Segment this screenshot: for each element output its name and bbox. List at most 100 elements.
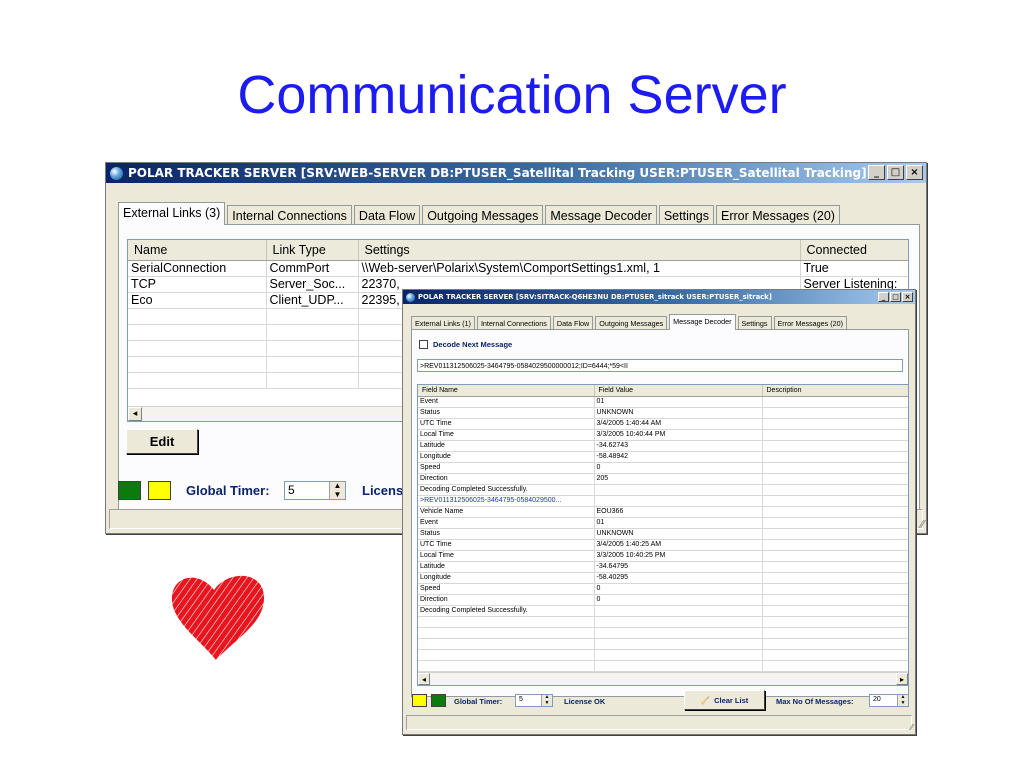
table-row[interactable]: UTC Time 3/4/2005 1:40:44 AM xyxy=(418,418,908,430)
tab-message-decoder[interactable]: Message Decoder xyxy=(669,314,736,330)
resize-grip-icon[interactable]: ⁄⁄ xyxy=(920,518,924,531)
minimize-button[interactable]: _ xyxy=(878,292,889,302)
column-header[interactable]: Connected xyxy=(800,240,908,261)
tab-data-flow[interactable]: Data Flow xyxy=(353,205,421,225)
close-button[interactable]: × xyxy=(902,292,913,302)
tab-external-links-3[interactable]: External Links (3) xyxy=(118,202,226,225)
popup-title-bar[interactable]: POLAR TRACKER SERVER [SRV:SITRACK-Q6HE3N… xyxy=(403,290,915,304)
tab-settings[interactable]: Settings xyxy=(658,205,715,225)
status-color-green[interactable] xyxy=(431,694,446,707)
table-row[interactable]: Local Time 3/3/2005 10:40:44 PM xyxy=(418,429,908,441)
table-cell: -34.64795 xyxy=(594,561,763,573)
table-cell: >REV011312506025-3464795-0584029500... xyxy=(418,495,595,507)
tab-outgoing-messages[interactable]: Outgoing Messages xyxy=(422,205,544,225)
column-header[interactable]: Settings xyxy=(358,240,801,261)
raw-message-input[interactable]: >REV011312506025-3464795-058402950000001… xyxy=(417,359,903,372)
decode-next-checkbox[interactable] xyxy=(419,340,428,349)
table-row[interactable]: Longitude -58.48942 xyxy=(418,451,908,463)
table-row[interactable]: SerialConnection CommPort \\Web-server\Pol… xyxy=(128,260,908,277)
tab-external-links-1[interactable]: External Links (1) xyxy=(411,316,475,330)
table-cell xyxy=(128,308,267,325)
table-row[interactable] xyxy=(418,638,908,650)
maximize-button[interactable]: □ xyxy=(890,292,901,302)
tab-error-messages-20[interactable]: Error Messages (20) xyxy=(773,316,848,330)
table-row[interactable]: >REV011312506025-3464795-0584029500... xyxy=(418,495,908,507)
tab-message-decoder[interactable]: Message Decoder xyxy=(545,205,657,225)
table-row[interactable] xyxy=(418,660,908,672)
global-timer-stepper[interactable]: 5 ▲ ▼ xyxy=(515,694,553,707)
table-row[interactable]: Direction 0 xyxy=(418,594,908,606)
table-row[interactable]: Latitude -34.64795 xyxy=(418,561,908,573)
table-row[interactable]: Vehicle Name EOU366 xyxy=(418,506,908,518)
table-cell: 0 xyxy=(594,594,763,606)
table-cell xyxy=(266,340,359,357)
decoder-horizontal-scrollbar[interactable]: ◂ ▸ xyxy=(418,672,908,685)
spin-down-icon[interactable]: ▼ xyxy=(898,700,908,707)
scroll-right-arrow-icon[interactable]: ▸ xyxy=(896,673,908,685)
column-header[interactable]: Description xyxy=(762,385,908,397)
spin-down-icon[interactable]: ▼ xyxy=(330,490,345,500)
popup-window-title: POLAR TRACKER SERVER [SRV:SITRACK-Q6HE3N… xyxy=(418,293,772,301)
global-timer-value: 5 xyxy=(288,483,295,497)
tab-internal-connections[interactable]: Internal Connections xyxy=(476,316,551,330)
decoded-fields-grid[interactable]: Field Name Field Value Description Event 01… xyxy=(417,384,909,686)
column-header[interactable]: Link Type xyxy=(266,240,359,261)
table-cell: UNKNOWN xyxy=(594,528,763,540)
max-messages-stepper[interactable]: 20 ▲ ▼ xyxy=(869,694,909,707)
table-cell: Vehicle Name xyxy=(418,506,595,518)
table-cell: 205 xyxy=(594,473,763,485)
table-cell xyxy=(762,638,908,650)
table-row[interactable]: Event 01 xyxy=(418,517,908,529)
edit-button[interactable]: Edit xyxy=(126,429,198,454)
table-row[interactable]: UTC Time 3/4/2005 1:40:25 AM xyxy=(418,539,908,551)
table-cell: Event xyxy=(418,396,595,408)
table-cell xyxy=(594,638,763,650)
column-header[interactable]: Field Value xyxy=(594,385,763,397)
minimize-button[interactable]: _ xyxy=(868,165,885,180)
tab-outgoing-messages[interactable]: Outgoing Messages xyxy=(595,316,668,330)
decode-next-message-option[interactable]: Decode Next Message xyxy=(419,340,512,349)
maximize-button[interactable]: □ xyxy=(887,165,904,180)
column-header[interactable]: Name xyxy=(128,240,267,261)
close-button[interactable]: × xyxy=(906,165,923,180)
scroll-left-arrow-icon[interactable]: ◂ xyxy=(128,407,142,421)
table-cell xyxy=(594,616,763,628)
column-header[interactable]: Field Name xyxy=(418,385,595,397)
tab-data-flow[interactable]: Data Flow xyxy=(552,316,594,330)
table-row[interactable] xyxy=(418,627,908,639)
tab-settings[interactable]: Settings xyxy=(737,316,772,330)
table-cell: TCP xyxy=(128,276,267,293)
status-color-green[interactable] xyxy=(118,481,141,500)
table-row[interactable]: Longitude -58.40295 xyxy=(418,572,908,584)
status-color-yellow[interactable] xyxy=(148,481,171,500)
table-row[interactable] xyxy=(418,616,908,628)
table-cell xyxy=(762,539,908,551)
spin-down-icon[interactable]: ▼ xyxy=(542,700,552,707)
table-row[interactable]: Local Time 3/3/2005 10:40:25 PM xyxy=(418,550,908,562)
table-row[interactable]: Status UNKNOWN xyxy=(418,407,908,419)
scroll-left-arrow-icon[interactable]: ◂ xyxy=(418,673,430,685)
table-row[interactable]: Direction 205 xyxy=(418,473,908,485)
table-cell xyxy=(266,356,359,373)
table-row[interactable]: Decoding Completed Successfully. xyxy=(418,484,908,496)
table-cell: Direction xyxy=(418,473,595,485)
main-title-bar[interactable]: POLAR TRACKER SERVER [SRV:WEB-SERVER DB:… xyxy=(106,163,926,183)
status-color-yellow[interactable] xyxy=(412,694,427,707)
clear-list-button[interactable]: 🧹 Clear List xyxy=(684,690,765,710)
table-row[interactable] xyxy=(418,649,908,661)
table-row[interactable]: Speed 0 xyxy=(418,462,908,474)
table-cell xyxy=(762,517,908,529)
tab-internal-connections[interactable]: Internal Connections xyxy=(227,205,352,225)
table-row[interactable]: Latitude -34.62743 xyxy=(418,440,908,452)
table-row[interactable]: Decoding Completed Successfully. xyxy=(418,605,908,617)
table-row[interactable]: Speed 0 xyxy=(418,583,908,595)
resize-grip-icon[interactable]: ⁄⁄ xyxy=(910,723,913,732)
table-row[interactable]: Event 01 xyxy=(418,396,908,408)
table-cell xyxy=(762,473,908,485)
global-timer-stepper[interactable]: 5 ▲ ▼ xyxy=(284,481,346,500)
table-row[interactable]: Status UNKNOWN xyxy=(418,528,908,540)
message-decoder-window: POLAR TRACKER SERVER [SRV:SITRACK-Q6HE3N… xyxy=(402,289,916,735)
tab-error-messages-20[interactable]: Error Messages (20) xyxy=(716,205,840,225)
table-cell xyxy=(762,616,908,628)
table-cell: SerialConnection xyxy=(128,260,267,277)
